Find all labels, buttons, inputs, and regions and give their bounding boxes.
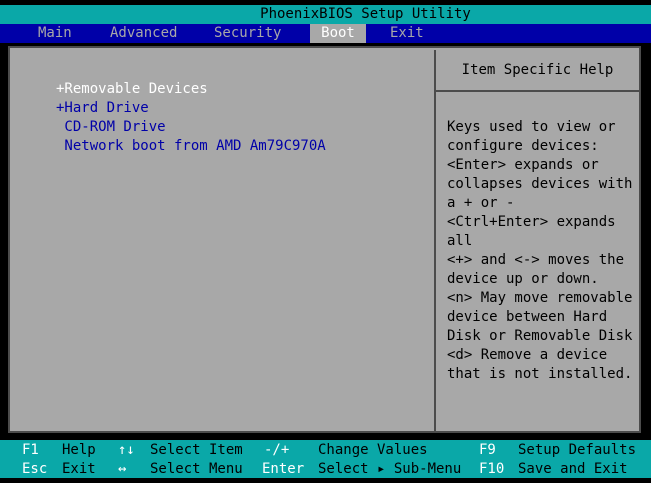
tab-advanced[interactable]: Advanced xyxy=(110,24,177,43)
key-f10-desc: Save and Exit xyxy=(518,461,628,477)
boot-item-network-boot[interactable]: Network boot from AMD Am79C970A xyxy=(56,137,325,156)
help-line: device up or down. xyxy=(447,271,599,287)
key-f9-desc: Setup Defaults xyxy=(518,442,637,458)
help-line: collapses devices with xyxy=(447,176,633,192)
window-title-bar: PhoenixBIOS Setup Utility xyxy=(0,5,651,24)
help-line: <Ctrl+Enter> expands xyxy=(447,214,616,230)
window-title: PhoenixBIOS Setup Utility xyxy=(260,6,471,22)
help-text: Keys used to view or configure devices: … xyxy=(447,118,632,384)
help-line: device between Hard xyxy=(447,309,608,325)
key-f10: F10 xyxy=(479,461,505,477)
key-f1: F1 xyxy=(22,442,39,458)
help-title-divider xyxy=(434,90,639,92)
tab-exit[interactable]: Exit xyxy=(390,24,424,43)
help-line: configure devices: xyxy=(447,138,599,154)
boot-device-list: +Removable Devices +Hard Drive CD-ROM Dr… xyxy=(56,80,326,156)
panel-divider-vertical xyxy=(434,50,436,431)
help-line: all xyxy=(447,233,473,249)
key-f9: F9 xyxy=(479,442,496,458)
boot-item-hard-drive[interactable]: +Hard Drive xyxy=(56,99,326,118)
help-line: <Enter> expands or xyxy=(447,157,599,173)
key-legend-footer: F1 Help ↑↓ Select Item -/+ Change Values… xyxy=(0,440,651,478)
key-enter: Enter xyxy=(262,461,305,477)
help-line: Keys used to view or xyxy=(447,119,616,135)
help-line: Disk or Removable Disk xyxy=(447,328,633,344)
help-line: <n> May move removable xyxy=(447,290,633,306)
tab-main[interactable]: Main xyxy=(38,24,72,43)
tab-boot[interactable]: Boot xyxy=(310,24,366,43)
help-line: a + or - xyxy=(447,195,515,211)
key-esc-desc: Exit xyxy=(62,461,96,477)
tab-security[interactable]: Security xyxy=(214,24,281,43)
help-panel-title: Item Specific Help xyxy=(461,62,614,78)
key-minus-plus: -/+ xyxy=(264,442,290,458)
boot-item-cdrom-drive[interactable]: CD-ROM Drive xyxy=(56,118,326,137)
boot-item-removable-devices[interactable]: +Removable Devices xyxy=(56,80,326,99)
help-line: <d> Remove a device xyxy=(447,347,608,363)
help-line: that is not installed. xyxy=(447,366,633,382)
key-f1-desc: Help xyxy=(62,442,96,458)
key-minus-plus-desc: Change Values xyxy=(318,442,428,458)
key-enter-desc: Select ▸ Sub-Menu xyxy=(318,461,462,477)
key-updown-desc: Select Item xyxy=(150,442,243,458)
key-updown-arrows: ↑↓ xyxy=(118,442,135,458)
key-leftright-arrows: ↔ xyxy=(118,461,127,477)
key-leftright-desc: Select Menu xyxy=(150,461,243,477)
key-esc: Esc xyxy=(22,461,48,477)
menu-bar: Main Advanced Security Boot Exit xyxy=(0,24,651,43)
help-line: <+> and <-> moves the xyxy=(447,252,625,268)
